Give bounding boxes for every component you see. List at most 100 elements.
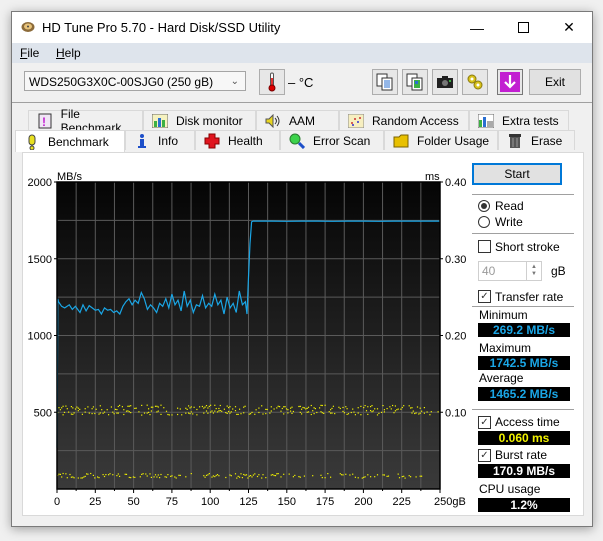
access-time-point (256, 475, 259, 478)
short-stroke-checkbox[interactable] (478, 240, 491, 253)
access-time-point (143, 412, 146, 414)
access-time-point (230, 475, 232, 477)
access-time-point (410, 476, 412, 478)
access-time-point (163, 407, 165, 409)
access-time-value: 0.060 ms (478, 431, 570, 445)
access-time-point (389, 406, 391, 408)
access-time-point (408, 475, 410, 477)
y2-tick-label: 0.30 (445, 254, 466, 266)
access-time-point (258, 411, 260, 414)
access-time-point (332, 405, 334, 407)
access-time-point (59, 409, 61, 411)
access-time-point (365, 410, 368, 412)
access-time-point (174, 476, 176, 478)
access-time-point (157, 410, 159, 412)
access-time-point (109, 473, 111, 475)
access-time-point (229, 412, 231, 414)
read-radio[interactable] (478, 200, 490, 212)
access-time-point (312, 410, 314, 412)
access-time-point (298, 476, 300, 478)
write-radio[interactable] (478, 216, 490, 228)
cpu-usage-value: 1.2% (478, 498, 570, 512)
access-time-point (421, 475, 423, 477)
access-time-checkbox[interactable]: ✓ (478, 416, 491, 429)
access-time-point (237, 475, 239, 477)
burst-rate-checkbox[interactable]: ✓ (478, 449, 491, 462)
access-time-point (214, 404, 216, 406)
access-time-point (58, 407, 60, 409)
access-time-point (360, 414, 362, 416)
access-time-point (165, 410, 168, 412)
access-time-point (400, 408, 402, 410)
access-time-point (218, 410, 220, 412)
access-time-point (201, 405, 203, 408)
spin-up-icon[interactable]: ▲ (531, 264, 537, 271)
access-time-point (307, 411, 310, 413)
access-time-point (68, 411, 70, 413)
access-time-point (372, 410, 374, 412)
access-time-point (170, 475, 172, 477)
access-time-point (117, 412, 119, 414)
short-stroke-label: Short stroke (495, 240, 560, 254)
access-time-point (110, 406, 112, 408)
transfer-rate-checkbox[interactable]: ✓ (478, 290, 491, 303)
checkmark-icon: ✓ (480, 449, 489, 461)
access-time-point (354, 414, 356, 416)
access-time-point (196, 408, 198, 411)
y2-tick-label: 0.20 (445, 331, 466, 343)
access-time-point (363, 476, 365, 478)
read-label: Read (495, 199, 524, 213)
access-time-point (214, 410, 216, 412)
tab-benchmark[interactable]: Benchmark (15, 130, 125, 152)
access-time-point (76, 406, 78, 408)
access-time-point (208, 473, 210, 475)
y2-axis-label: ms (425, 171, 440, 183)
access-time-point (61, 407, 63, 409)
access-time-point (146, 404, 148, 406)
access-time-point (314, 408, 316, 410)
access-time-point (128, 405, 130, 407)
access-time-point (301, 413, 303, 415)
x-tick-label: 75 (166, 496, 178, 508)
access-time-point (87, 406, 89, 408)
access-time-point (204, 476, 206, 478)
access-time-point (250, 413, 252, 415)
access-time-point (331, 407, 333, 409)
divider (472, 233, 574, 234)
access-time-point (130, 412, 132, 414)
transfer-rate-label: Transfer rate (495, 290, 564, 304)
spin-arrows[interactable]: ▲ ▼ (526, 262, 541, 280)
access-time-point (106, 409, 108, 411)
access-time-point (84, 475, 86, 477)
spin-down-icon[interactable]: ▼ (531, 271, 537, 278)
access-time-point (307, 406, 310, 408)
access-time-point (141, 404, 143, 406)
access-time-point (321, 404, 323, 407)
access-time-point (361, 477, 363, 479)
access-time-point (157, 474, 159, 476)
access-time-point (103, 475, 106, 478)
access-time-point (298, 405, 300, 408)
access-time-point (185, 407, 187, 409)
start-button[interactable]: Start (472, 163, 562, 185)
access-time-point (232, 408, 234, 410)
access-time-point (58, 473, 60, 475)
access-time-point (215, 408, 217, 410)
access-time-label: Access time (495, 415, 560, 429)
access-time-point (262, 413, 264, 415)
access-time-point (92, 406, 94, 408)
access-time-point (214, 476, 216, 478)
access-time-point (387, 475, 390, 477)
short-stroke-input[interactable]: 40 ▲ ▼ (478, 261, 542, 281)
access-time-point (408, 405, 410, 407)
access-time-point (262, 474, 264, 476)
access-time-point (105, 474, 107, 476)
access-time-point (254, 473, 256, 475)
access-time-point (316, 411, 318, 414)
access-time-point (412, 410, 414, 412)
access-time-point (229, 406, 231, 408)
access-time-point (80, 477, 82, 479)
access-time-point (411, 412, 413, 414)
access-time-point (323, 412, 325, 414)
access-time-point (199, 406, 201, 408)
